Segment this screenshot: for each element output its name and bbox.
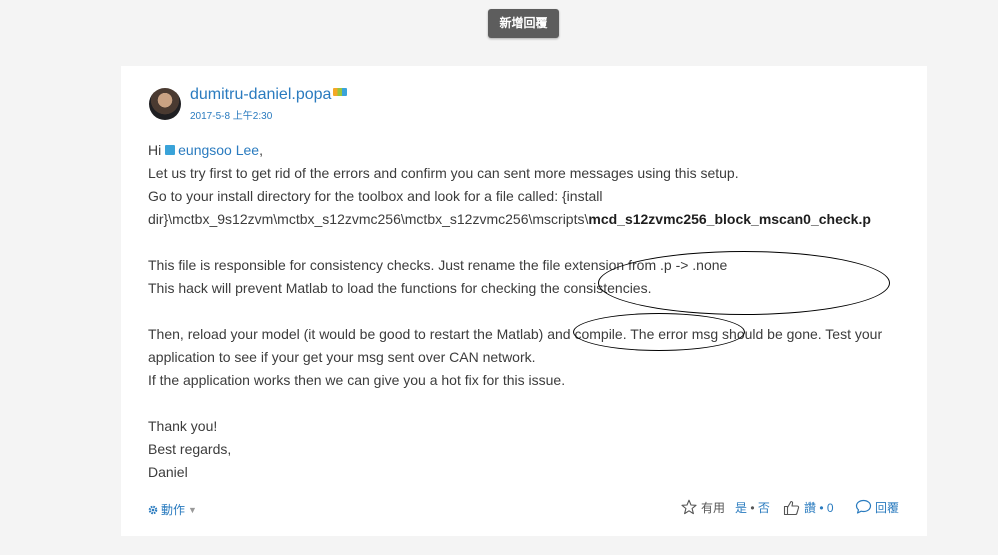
post-actions: 動作 ▼ 有用 是 • 否 讚 • 0 回覆 xyxy=(121,498,927,518)
helpful-no-link[interactable]: 否 xyxy=(758,501,770,515)
closing-line-2: Best regards, xyxy=(148,441,232,457)
helpful-separator: • xyxy=(747,501,758,515)
body-line-3: dir}\mctbx_9s12zvm\mctbx_s12zvmc256\mctb… xyxy=(148,208,888,231)
closing-line-1: Thank you! xyxy=(148,418,218,434)
reply-button[interactable]: 回覆 xyxy=(855,499,899,516)
post-body: Hi eungsoo Lee, Let us try first to get … xyxy=(148,139,890,484)
gear-icon xyxy=(148,505,158,515)
helpful-yes-link[interactable]: 是 xyxy=(735,501,747,515)
comment-icon xyxy=(855,499,872,514)
thumbs-up-icon xyxy=(783,500,800,516)
like-label[interactable]: 讚 xyxy=(804,501,816,515)
actions-menu-label[interactable]: 動作 xyxy=(161,503,185,517)
caret-down-icon: ▼ xyxy=(188,505,197,515)
like-button[interactable]: 讚 • 0 xyxy=(783,499,834,516)
body-line-8: If the application works then we can giv… xyxy=(148,372,566,388)
user-mention-icon xyxy=(165,145,176,155)
like-separator: • xyxy=(816,501,827,515)
body-line-7: application to see if your get your msg … xyxy=(148,349,536,365)
greeting-text: Hi xyxy=(148,142,166,158)
body-line-6: Then, reload your model (it would be goo… xyxy=(148,326,883,342)
add-reply-button[interactable]: 新增回覆 xyxy=(488,9,559,38)
mention-name[interactable]: eungsoo Lee xyxy=(178,142,259,158)
hand-drawn-highlight-filename xyxy=(598,251,890,315)
check-filename: mcd_s12zvmc256_block_mscan0_check.p xyxy=(588,211,871,227)
top-bar: 新增回覆 xyxy=(0,0,998,50)
helpful-vote: 有用 是 • 否 xyxy=(681,499,770,516)
install-path: dir}\mctbx_9s12zvm\mctbx_s12zvmc256\mctb… xyxy=(148,211,589,227)
star-icon[interactable] xyxy=(681,499,697,515)
author-link[interactable]: dumitru-daniel.popa xyxy=(190,86,348,104)
user-mention[interactable]: eungsoo Lee xyxy=(165,142,259,158)
avatar[interactable] xyxy=(149,88,181,120)
like-count[interactable]: 0 xyxy=(827,501,834,515)
actions-menu[interactable]: 動作 ▼ xyxy=(148,501,197,518)
helpful-label: 有用 xyxy=(701,501,726,515)
post-card: dumitru-daniel.popa 2017-5-8 上午2:30 Hi e… xyxy=(121,66,927,536)
body-line-2: Go to your install directory for the too… xyxy=(148,188,603,204)
author-name[interactable]: dumitru-daniel.popa xyxy=(190,86,331,103)
greeting-suffix: , xyxy=(259,142,263,158)
closing-line-3: Daniel xyxy=(148,464,188,480)
reply-label[interactable]: 回覆 xyxy=(875,501,899,515)
body-line-1: Let us try first to get rid of the error… xyxy=(148,165,739,181)
greeting-line: Hi eungsoo Lee, xyxy=(148,139,888,162)
post-date[interactable]: 2017-5-8 上午2:30 xyxy=(190,107,272,122)
rank-badge-icon xyxy=(333,88,348,96)
hand-drawn-highlight-extension xyxy=(573,313,745,351)
